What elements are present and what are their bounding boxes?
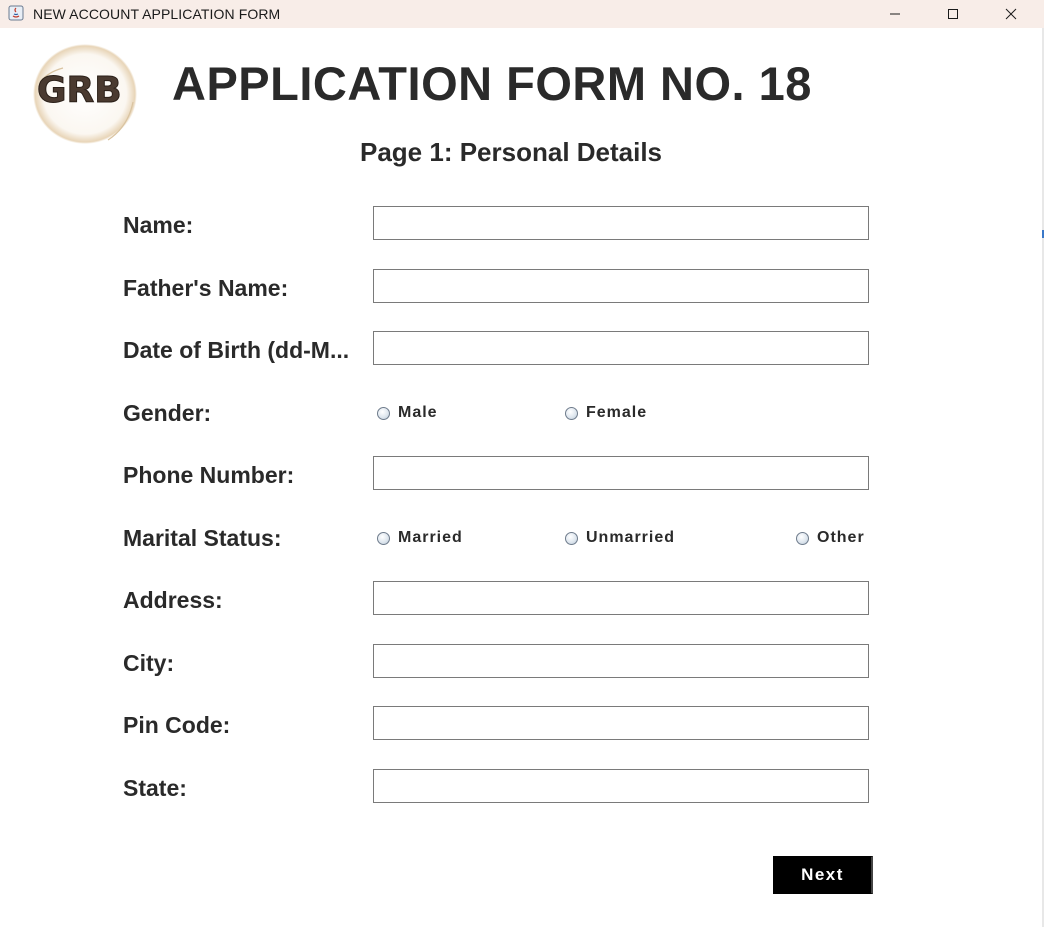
window-title: NEW ACCOUNT APPLICATION FORM xyxy=(33,6,281,22)
dob-label: Date of Birth (dd-M... xyxy=(123,337,350,363)
logo-lettering: GRB xyxy=(37,70,122,111)
address-label: Address: xyxy=(123,587,223,613)
radio-circle-icon[interactable] xyxy=(565,531,578,545)
address-input[interactable] xyxy=(373,581,869,615)
close-button[interactable] xyxy=(982,0,1040,28)
maximize-icon xyxy=(948,9,958,19)
gender-female-radio[interactable]: Female xyxy=(565,404,647,422)
marital-unmarried-radio[interactable]: Unmarried xyxy=(565,529,675,547)
page-title: APPLICATION FORM NO. 18 xyxy=(172,57,812,110)
radio-circle-icon[interactable] xyxy=(796,531,809,545)
state-input[interactable] xyxy=(373,769,869,803)
gender-label: Gender: xyxy=(123,400,212,426)
gender-male-radio[interactable]: Male xyxy=(377,404,438,422)
name-input[interactable] xyxy=(373,206,869,240)
radio-circle-icon[interactable] xyxy=(377,406,390,420)
pin-code-label: Pin Code: xyxy=(123,712,231,738)
gender-female-label: Female xyxy=(586,404,648,421)
dob-input[interactable] xyxy=(373,331,869,365)
marital-other-radio[interactable]: Other xyxy=(796,529,865,547)
pin-code-input[interactable] xyxy=(373,706,869,740)
minimize-icon xyxy=(890,13,900,15)
state-label: State: xyxy=(123,775,187,801)
bank-logo: GRB xyxy=(33,44,137,144)
java-app-icon xyxy=(8,5,24,21)
minimize-button[interactable] xyxy=(866,0,924,28)
city-input[interactable] xyxy=(373,644,869,678)
marital-married-label: Married xyxy=(398,529,463,546)
close-icon xyxy=(1005,8,1017,20)
marital-unmarried-label: Unmarried xyxy=(586,529,676,546)
phone-input[interactable] xyxy=(373,456,869,490)
father-name-label: Father's Name: xyxy=(123,275,289,301)
father-name-input[interactable] xyxy=(373,269,869,303)
marital-status-label: Marital Status: xyxy=(123,525,282,551)
page-subtitle: Page 1: Personal Details xyxy=(360,137,663,167)
marital-other-label: Other xyxy=(817,529,865,546)
next-button[interactable]: Next xyxy=(773,856,873,894)
name-label: Name: xyxy=(123,212,194,238)
marital-married-radio[interactable]: Married xyxy=(377,529,463,547)
phone-label: Phone Number: xyxy=(123,462,295,488)
city-label: City: xyxy=(123,650,175,676)
maximize-button[interactable] xyxy=(924,0,982,28)
window-titlebar: NEW ACCOUNT APPLICATION FORM xyxy=(0,0,1044,28)
gender-male-label: Male xyxy=(398,404,438,421)
radio-circle-icon[interactable] xyxy=(377,531,390,545)
radio-circle-icon[interactable] xyxy=(565,406,578,420)
